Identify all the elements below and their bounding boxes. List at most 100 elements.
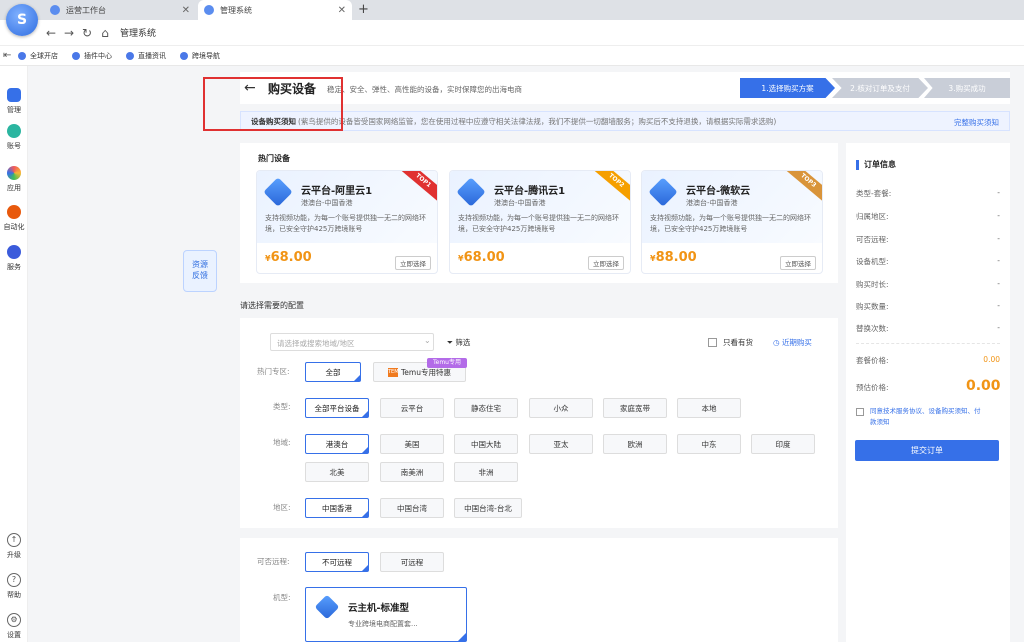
step-1: 1.选择购买方案 <box>740 78 835 98</box>
card-price: ¥88.00 <box>650 250 697 265</box>
app-logo: S <box>6 4 38 36</box>
order-row: 购买时长: - <box>856 279 1000 289</box>
tab-close-icon[interactable]: ✕ <box>182 5 190 16</box>
type-option[interactable]: 全部平台设备 <box>305 398 369 418</box>
tab-label: 运营工作台 <box>66 5 106 15</box>
submit-order-button[interactable]: 提交订单 <box>855 440 999 461</box>
type-option[interactable]: 本地 <box>677 398 741 418</box>
info-icon <box>7 245 21 259</box>
order-row: 替换次数: - <box>856 323 1000 333</box>
order-row: 购买数量: - <box>856 301 1000 311</box>
gear-icon: ⚙ <box>7 613 21 627</box>
config-title: 请选择需要的配置 <box>240 301 304 310</box>
select-now-button[interactable]: 立即选择 <box>588 256 624 270</box>
device-card[interactable]: 云平台-微软云 港澳台-中国香港 支持视频功能，为每一个账号提供独一无二的网络环… <box>641 170 823 274</box>
sidebar-item-help[interactable]: ? 帮助 <box>0 573 28 600</box>
temu-badge: Temu专用 <box>427 358 467 368</box>
help-icon: ? <box>7 573 21 587</box>
order-row: 可否远程: - <box>856 234 1000 244</box>
area-option[interactable]: 美国 <box>380 434 444 454</box>
sidebar-item-service[interactable]: 服务 <box>0 245 28 272</box>
area-option[interactable]: 非洲 <box>454 462 518 482</box>
type-option[interactable]: 云平台 <box>380 398 444 418</box>
area-label: 地域: <box>273 438 291 447</box>
recent-purchase-link[interactable]: ◷ 近期购买 <box>773 337 812 348</box>
area-option[interactable]: 印度 <box>751 434 815 454</box>
area-option[interactable]: 中国大陆 <box>454 434 518 454</box>
sidebar-item-upgrade[interactable]: ↑ 升级 <box>0 533 28 560</box>
bookmark-item[interactable]: 全球开店 <box>18 51 58 61</box>
live-icon <box>126 51 134 60</box>
region-search-input[interactable]: 请选择或搜索地域/地区 <box>270 333 434 351</box>
sidebar-item-automation[interactable]: 自动化 <box>0 205 28 232</box>
remote-label: 可否远程: <box>257 557 290 566</box>
machine-name: 云主机-标准型 <box>348 603 409 614</box>
cloud-server-icon <box>314 594 340 620</box>
tab-favicon-icon <box>204 5 214 15</box>
globe-icon <box>18 51 26 60</box>
sidebar-item-manage[interactable]: 管理 <box>0 88 28 115</box>
tab-close-icon[interactable]: ✕ <box>338 5 346 16</box>
type-option[interactable]: 静态住宅 <box>454 398 518 418</box>
region-label: 地区: <box>273 503 291 512</box>
area-option[interactable]: 亚太 <box>529 434 593 454</box>
chevron-down-icon: ⌄ <box>424 336 431 345</box>
in-stock-checkbox[interactable]: 只看有货 <box>708 337 753 348</box>
machine-desc: 专业跨境电商配置套... <box>348 620 418 628</box>
back-icon[interactable]: ← <box>42 26 60 40</box>
step-3: 3.购买成功 <box>924 78 1010 98</box>
filter-button[interactable]: ⏷ 筛选 <box>447 337 470 348</box>
machine-label: 机型: <box>273 593 291 602</box>
browser-navbar: ← → ↻ ⌂ 管理系统 <box>0 20 1024 46</box>
remote-option[interactable]: 不可远程 <box>305 552 369 572</box>
bookmark-item[interactable]: 直播资讯 <box>126 51 166 61</box>
new-tab-icon[interactable]: + <box>358 2 369 17</box>
type-option[interactable]: 家庭宽带 <box>603 398 667 418</box>
machine-option[interactable]: 云主机-标准型 专业跨境电商配置套... <box>305 587 467 642</box>
checkbox-icon <box>856 408 864 416</box>
account-icon <box>7 124 21 138</box>
browser-tab-active[interactable]: 管理系统 ✕ <box>198 0 352 20</box>
sidebar-item-apps[interactable]: 应用 <box>0 166 28 193</box>
full-notice-link[interactable]: 完整购买须知 <box>954 117 999 128</box>
page-subtitle: 稳定、安全、弹性、高性能的设备，实时保障您的出海电商 <box>327 85 522 94</box>
hot-devices-title: 热门设备 <box>258 154 290 163</box>
type-option[interactable]: 小众 <box>529 398 593 418</box>
card-region: 港澳台-中国香港 <box>301 199 353 207</box>
forward-icon[interactable]: → <box>60 26 78 40</box>
type-label: 类型: <box>273 402 291 411</box>
card-desc: 支持视频功能，为每一个账号提供独一无二的网络环境，已安全守护425万跨境账号 <box>650 214 811 233</box>
address-bar[interactable]: 管理系统 <box>120 26 156 39</box>
region-option[interactable]: 中国台湾-台北 <box>454 498 522 518</box>
estimated-price: 0.00 <box>966 378 1001 394</box>
select-now-button[interactable]: 立即选择 <box>395 256 431 270</box>
agreement-checkbox[interactable]: 同意技术服务协议、设备购买须知、付款须知 <box>856 406 986 428</box>
area-option[interactable]: 中东 <box>677 434 741 454</box>
option-all[interactable]: 全部 <box>305 362 361 382</box>
browser-tab[interactable]: 运营工作台 ✕ <box>44 0 196 20</box>
sidebar-item-account[interactable]: 账号 <box>0 124 28 151</box>
sidebar-item-settings[interactable]: ⚙ 设置 <box>0 613 28 640</box>
reload-icon[interactable]: ↻ <box>78 26 96 40</box>
exit-icon[interactable]: ⇤ <box>3 50 11 61</box>
area-option[interactable]: 北美 <box>305 462 369 482</box>
tab-label: 管理系统 <box>220 5 252 15</box>
remote-option[interactable]: 可远程 <box>380 552 444 572</box>
bookmark-item[interactable]: 跨境导航 <box>180 51 220 61</box>
select-now-button[interactable]: 立即选择 <box>780 256 816 270</box>
bookmark-item[interactable]: 插件中心 <box>72 51 112 61</box>
robot-icon <box>7 205 21 219</box>
area-option[interactable]: 欧洲 <box>603 434 667 454</box>
device-card[interactable]: 云平台-腾讯云1 港澳台-中国香港 支持视频功能，为每一个账号提供独一无二的网络… <box>449 170 631 274</box>
region-option[interactable]: 中国香港 <box>305 498 369 518</box>
order-title: 订单信息 <box>856 160 896 170</box>
resource-feedback-button[interactable]: 资源 反馈 <box>183 250 217 292</box>
area-option[interactable]: 港澳台 <box>305 434 369 454</box>
region-option[interactable]: 中国台湾 <box>380 498 444 518</box>
browser-tabbar: 运营工作台 ✕ 管理系统 ✕ + <box>0 0 1024 20</box>
area-option[interactable]: 南美洲 <box>380 462 444 482</box>
card-name: 云平台-阿里云1 <box>301 186 373 197</box>
card-name: 云平台-微软云 <box>686 186 751 197</box>
device-card[interactable]: 云平台-阿里云1 港澳台-中国香港 支持视频功能，为每一个账号提供独一无二的网络… <box>256 170 438 274</box>
home-icon[interactable]: ⌂ <box>96 26 114 40</box>
